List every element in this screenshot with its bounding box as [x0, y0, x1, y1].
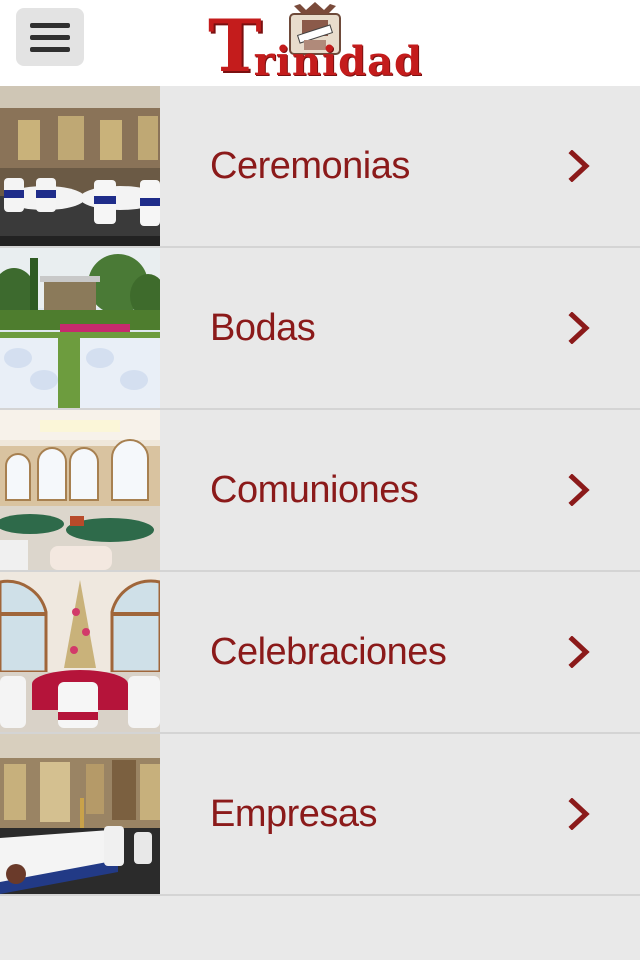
- menu-list: Ceremonias Bodas Comuniones Celebracione…: [0, 86, 640, 896]
- chevron-right-icon: [568, 150, 590, 182]
- menu-item-label: Ceremonias: [210, 145, 410, 187]
- menu-item-label: Bodas: [210, 307, 316, 349]
- ceremonias-photo: [0, 86, 160, 246]
- logo-wordmark: rinidad: [253, 38, 423, 85]
- hamburger-menu-icon: [30, 22, 70, 28]
- celebraciones-photo: [0, 572, 160, 732]
- chevron-right-icon: [568, 636, 590, 668]
- chevron-right-icon: [568, 798, 590, 830]
- menu-button[interactable]: [16, 8, 84, 66]
- chevron-right-icon: [568, 312, 590, 344]
- app-header: Trinidad: [0, 0, 640, 86]
- menu-item-label: Comuniones: [210, 469, 419, 511]
- menu-item-label: Empresas: [210, 793, 378, 835]
- menu-item-bodas[interactable]: Bodas: [0, 248, 640, 410]
- menu-item-label: Celebraciones: [210, 631, 447, 673]
- logo-initial: T: [208, 3, 262, 88]
- bodas-photo: [0, 248, 160, 408]
- menu-item-comuniones[interactable]: Comuniones: [0, 410, 640, 572]
- comuniones-photo: [0, 410, 160, 570]
- menu-item-celebraciones[interactable]: Celebraciones: [0, 572, 640, 734]
- empresas-photo: [0, 734, 160, 894]
- chevron-right-icon: [568, 474, 590, 506]
- menu-item-ceremonias[interactable]: Ceremonias: [0, 86, 640, 248]
- menu-item-empresas[interactable]: Empresas: [0, 734, 640, 896]
- brand-logo[interactable]: Trinidad: [208, 0, 423, 88]
